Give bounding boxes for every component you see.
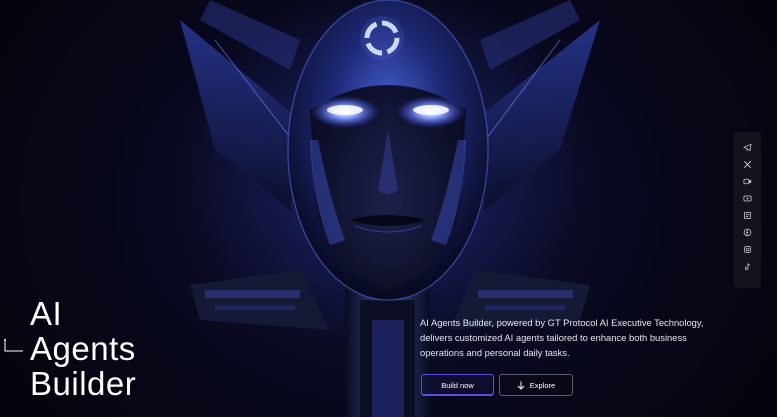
hero-title-line-3: Builder — [30, 365, 137, 402]
hero-title-line-2: Agents — [30, 330, 136, 367]
video-icon[interactable] — [742, 176, 753, 187]
build-now-button[interactable]: Build now — [421, 374, 494, 396]
tiktok-icon[interactable] — [742, 261, 753, 272]
hero-title-line-1: AI — [30, 295, 63, 332]
instagram-icon[interactable] — [742, 244, 753, 255]
build-now-label: Build now — [441, 380, 474, 390]
x-icon[interactable] — [742, 159, 753, 170]
medium-icon[interactable] — [742, 210, 753, 221]
explore-button[interactable]: Explore — [499, 374, 573, 396]
hero-title: AI Agents Builder — [30, 296, 136, 401]
telegram-icon[interactable] — [742, 142, 753, 153]
landing-hero: AI Agents Builder AI Agents Builder, pow… — [0, 0, 777, 417]
youtube-icon[interactable] — [742, 193, 753, 204]
social-links-rail — [734, 132, 761, 288]
arrow-down-icon — [517, 381, 525, 390]
hero-description: AI Agents Builder, powered by GT Protoco… — [420, 317, 704, 358]
explore-label: Explore — [529, 380, 556, 390]
facebook-icon[interactable] — [742, 227, 753, 238]
title-connector-icon — [4, 339, 23, 352]
